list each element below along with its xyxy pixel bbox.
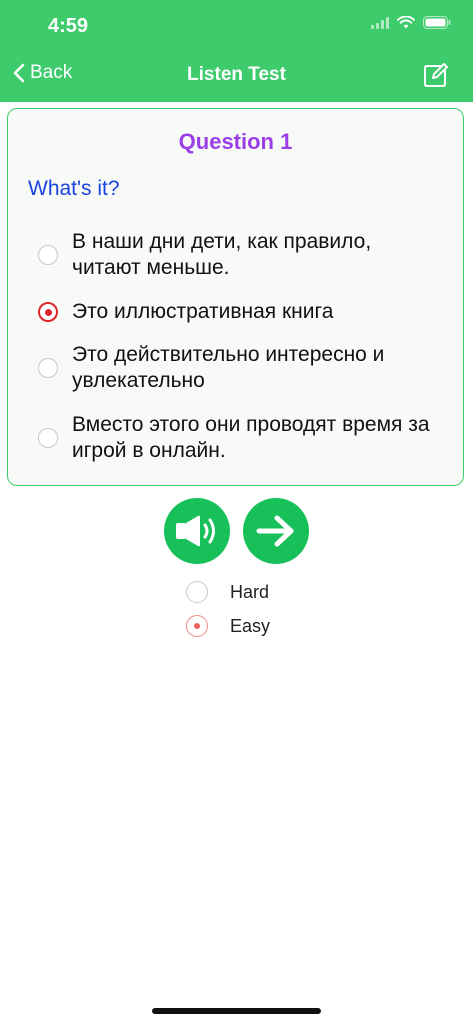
status-time: 4:59 — [48, 15, 89, 37]
speaker-icon — [176, 515, 215, 547]
difficulty-label: Hard — [230, 581, 270, 602]
status-icons — [371, 16, 451, 29]
wifi-icon — [397, 16, 415, 29]
answer-text: Это действительно интересно и увлекатель… — [72, 343, 385, 392]
app-header: 4:59 Back Listen Test — [0, 0, 473, 102]
answer-text: Вместо этого они проводят время за игрой… — [72, 413, 430, 462]
next-button[interactable] — [243, 498, 309, 564]
radio-button[interactable] — [38, 428, 58, 448]
answer-option-2[interactable]: Это иллюстративная книга — [38, 299, 438, 325]
edit-icon — [424, 63, 448, 87]
home-indicator[interactable] — [152, 1008, 321, 1014]
difficulty-label: Easy — [230, 615, 271, 636]
answer-text: Это иллюстративная книга — [72, 300, 334, 323]
question-card: Question 1 What's it? В наши дни дети, к… — [7, 108, 464, 486]
answer-option-4[interactable]: Вместо этого они проводят время за игрой… — [38, 412, 438, 464]
edit-button[interactable] — [423, 62, 449, 93]
arrow-right-icon — [256, 515, 294, 547]
signal-icon — [371, 16, 389, 29]
answer-option-3[interactable]: Это действительно интересно и увлекатель… — [38, 342, 438, 394]
question-prompt: What's it? — [28, 177, 120, 200]
radio-button[interactable] — [186, 581, 208, 603]
radio-button-selected[interactable] — [38, 302, 58, 322]
answer-option-1[interactable]: В наши дни дети, как правило, читают мен… — [38, 229, 438, 281]
page-title: Listen Test — [187, 64, 286, 85]
radio-button-selected[interactable] — [186, 615, 208, 637]
play-audio-button[interactable] — [164, 498, 230, 564]
radio-button[interactable] — [38, 358, 58, 378]
difficulty-option-hard[interactable]: Hard — [186, 581, 269, 603]
difficulty-option-easy[interactable]: Easy — [186, 615, 270, 637]
answer-text: В наши дни дети, как правило, читают мен… — [72, 230, 372, 279]
question-title: Question 1 — [178, 129, 293, 154]
battery-icon — [423, 16, 451, 29]
radio-button[interactable] — [38, 245, 58, 265]
